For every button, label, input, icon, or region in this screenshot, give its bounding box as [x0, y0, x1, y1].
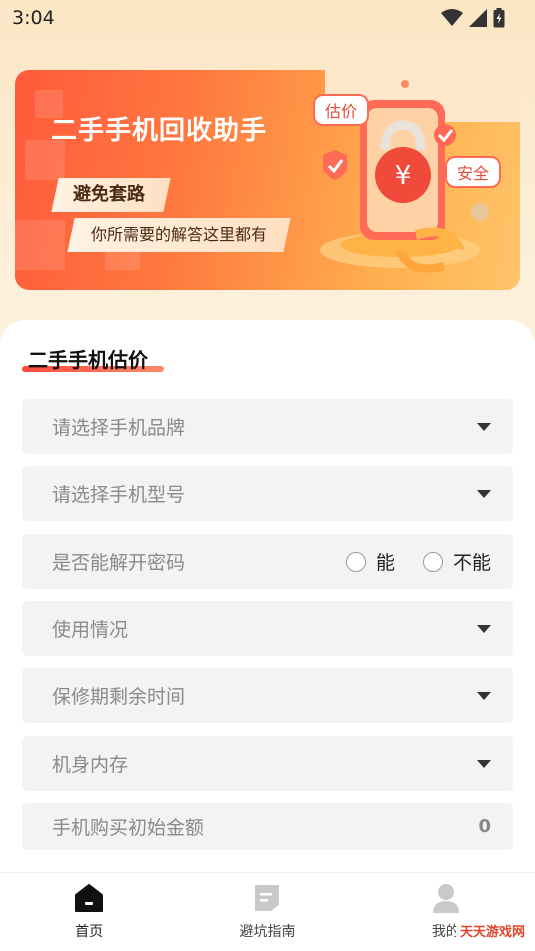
brand-select[interactable]: 请选择手机品牌 — [22, 399, 513, 454]
radio-yes[interactable]: 能 — [345, 548, 395, 575]
caret-down-icon — [477, 489, 491, 498]
radio-no[interactable]: 不能 — [422, 548, 491, 575]
radio-circle-icon[interactable] — [345, 551, 366, 572]
field-label: 请选择手机型号 — [52, 484, 186, 506]
svg-text:¥: ¥ — [395, 161, 412, 191]
field-label: 机身内存 — [52, 754, 129, 776]
caret-down-icon — [477, 691, 491, 700]
banner-tag-answers: 你所需要的解答这里都有 — [67, 218, 291, 252]
battery-icon — [493, 8, 505, 28]
radio-circle-icon[interactable] — [422, 551, 443, 572]
status-time: 3:04 — [12, 7, 55, 29]
signal-icon — [469, 9, 487, 27]
field-label: 请选择手机品牌 — [52, 417, 186, 439]
unlock-password-field: 是否能解开密码 能 不能 — [22, 534, 513, 589]
bubble-safe: 安全 — [445, 156, 502, 188]
radio-label[interactable]: 不能 — [453, 548, 491, 575]
field-label: 是否能解开密码 — [52, 552, 186, 574]
caret-down-icon — [477, 759, 491, 768]
purchase-price-input[interactable]: 手机购买初始金额 0 — [22, 803, 513, 850]
document-icon — [255, 885, 280, 911]
model-select[interactable]: 请选择手机型号 — [22, 466, 513, 521]
banner-decor — [15, 220, 65, 270]
banner-title: 二手手机回收助手 — [51, 116, 268, 146]
section-title: 二手手机估价 — [28, 348, 148, 372]
watermark-logo: 天天游戏网 — [455, 920, 529, 941]
promo-banner[interactable]: 二手手机回收助手 避免套路 你所需要的解答这里都有 ¥ 估价 安全 — [15, 70, 520, 290]
warranty-select[interactable]: 保修期剩余时间 — [22, 668, 513, 723]
purchase-price-value[interactable]: 0 — [478, 816, 491, 837]
user-icon — [432, 884, 459, 913]
tab-home[interactable]: 首页 — [29, 883, 149, 941]
home-icon — [75, 884, 104, 912]
field-label: 保修期剩余时间 — [52, 686, 186, 708]
tab-label: 首页 — [75, 924, 104, 940]
usage-condition-select[interactable]: 使用情况 — [22, 601, 513, 656]
bottom-tab-bar: 首页 避坑指南 我的 — [0, 872, 535, 951]
bubble-estimate: 估价 — [313, 94, 370, 126]
status-bar: 3:04 — [0, 0, 535, 36]
banner-tag-avoid: 避免套路 — [51, 178, 171, 212]
caret-down-icon — [477, 422, 491, 431]
tab-guide[interactable]: 避坑指南 — [207, 883, 327, 941]
status-icons — [441, 8, 505, 28]
estimate-card: 二手手机估价 请选择手机品牌 请选择手机型号 是否能解开密码 能 不能 使用情况… — [0, 320, 535, 880]
field-label: 使用情况 — [52, 619, 129, 641]
radio-label[interactable]: 能 — [376, 548, 395, 575]
storage-select[interactable]: 机身内存 — [22, 736, 513, 791]
caret-down-icon — [477, 624, 491, 633]
wifi-icon — [441, 9, 463, 26]
unlock-radio-group: 能 不能 — [328, 548, 491, 575]
field-label: 手机购买初始金额 — [52, 817, 205, 839]
tab-label: 避坑指南 — [239, 924, 296, 940]
